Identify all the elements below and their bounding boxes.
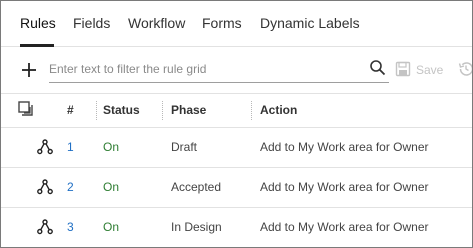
tab-workflow[interactable]: Workflow <box>128 15 185 31</box>
rule-number-link[interactable]: 2 <box>67 180 74 194</box>
grid-header: # Status Phase Action <box>1 94 472 128</box>
rule-status: On <box>103 180 120 194</box>
select-all-toggle[interactable] <box>18 101 34 117</box>
rule-phase: In Design <box>171 220 222 234</box>
table-row[interactable]: 3 On In Design Add to My Work area for O… <box>1 208 472 247</box>
rule-status: On <box>103 220 120 234</box>
rule-icon <box>37 179 53 195</box>
filter-input[interactable] <box>49 59 359 79</box>
search-button[interactable] <box>369 59 387 77</box>
rule-action: Add to My Work area for Owner <box>260 140 429 154</box>
column-separator <box>251 101 252 120</box>
table-row[interactable]: 2 On Accepted Add to My Work area for Ow… <box>1 168 472 208</box>
multi-select-icon <box>18 101 33 116</box>
rule-phase: Draft <box>171 140 198 154</box>
add-rule-button[interactable] <box>19 60 39 80</box>
rule-number-link[interactable]: 1 <box>67 140 74 154</box>
tab-dynamic-labels[interactable]: Dynamic Labels <box>260 15 360 31</box>
rule-status: On <box>103 140 120 154</box>
tab-fields[interactable]: Fields <box>73 15 110 31</box>
tab-forms[interactable]: Forms <box>202 15 242 31</box>
column-separator <box>162 101 163 120</box>
rule-action: Add to My Work area for Owner <box>260 220 429 234</box>
history-button[interactable] <box>457 60 472 78</box>
history-icon <box>458 62 472 76</box>
active-tab-indicator <box>20 44 54 47</box>
toolbar: Save <box>1 48 472 94</box>
save-icon <box>395 61 411 77</box>
table-row[interactable]: 1 On Draft Add to My Work area for Owner <box>1 128 472 168</box>
rule-phase: Accepted <box>171 180 222 194</box>
column-header-status[interactable]: Status <box>103 103 140 117</box>
rules-panel: Rules Fields Workflow Forms Dynamic Labe… <box>0 0 473 248</box>
column-header-phase[interactable]: Phase <box>171 103 206 117</box>
tab-rules[interactable]: Rules <box>20 15 56 31</box>
rule-icon <box>37 219 53 235</box>
rule-action: Add to My Work area for Owner <box>260 180 429 194</box>
filter-field <box>49 57 389 83</box>
tab-bar: Rules Fields Workflow Forms Dynamic Labe… <box>1 1 472 47</box>
search-icon <box>370 60 386 76</box>
column-header-action[interactable]: Action <box>260 103 297 117</box>
column-header-number[interactable]: # <box>67 103 74 117</box>
plus-icon <box>22 63 36 77</box>
save-label: Save <box>416 63 444 77</box>
rule-icon <box>37 139 53 155</box>
column-separator <box>96 101 97 120</box>
rule-number-link[interactable]: 3 <box>67 220 74 234</box>
